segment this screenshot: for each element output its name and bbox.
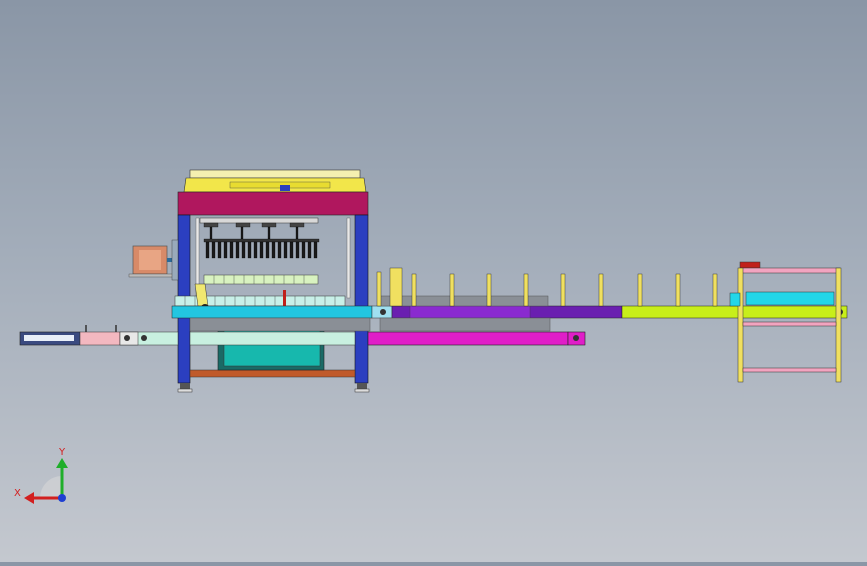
top-beam <box>177 191 369 216</box>
lime-segment <box>621 305 848 319</box>
filling-station <box>128 169 370 393</box>
x-axis-label: X <box>14 488 21 499</box>
bottle-row-upper <box>203 274 319 285</box>
axis-triad: Y X <box>14 447 68 504</box>
cad-viewport[interactable]: Y X <box>0 0 867 562</box>
pink-top-rail <box>739 267 841 274</box>
y-axis-label: Y <box>58 447 66 458</box>
infeed-pink <box>79 331 121 346</box>
top-cap <box>189 169 361 179</box>
cyan-segment <box>171 305 373 319</box>
cyan-tray <box>745 291 835 306</box>
filling-head-rail <box>199 217 319 224</box>
x-arrow-icon <box>24 492 34 504</box>
z-axis-dot <box>58 494 66 502</box>
base-plate <box>189 369 356 378</box>
filling-nozzles <box>203 222 320 259</box>
outfeed-station <box>729 261 842 383</box>
magenta-beam <box>367 331 569 346</box>
right-column <box>354 214 369 384</box>
y-arrow-icon <box>56 458 68 468</box>
machine-model: Y X <box>14 169 848 504</box>
